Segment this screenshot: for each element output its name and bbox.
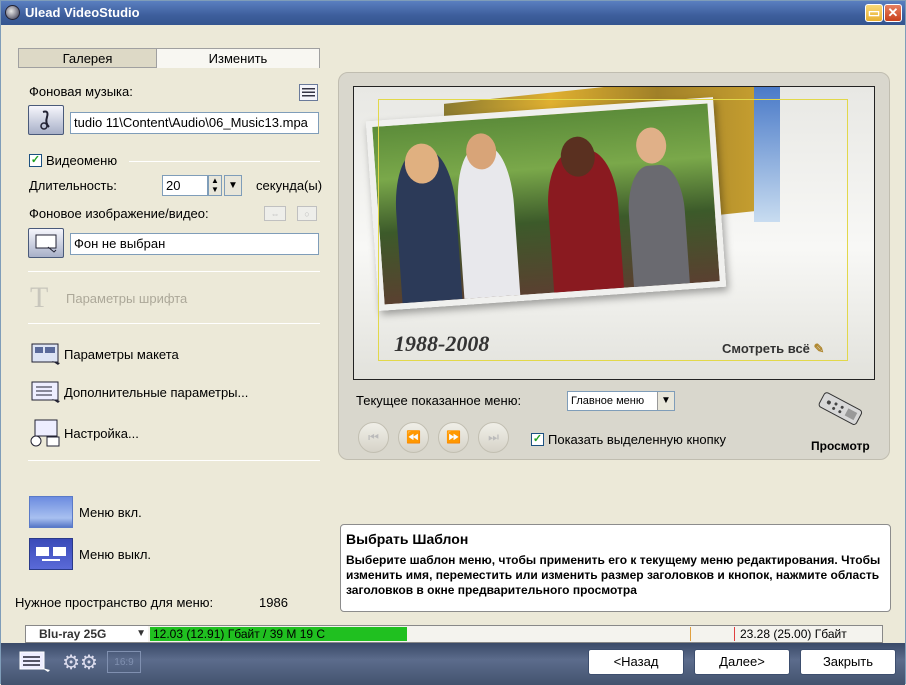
help-title: Выбрать Шаблон	[346, 531, 469, 547]
disc-type-select[interactable]: Blu-ray 25G ▼	[26, 626, 148, 642]
bg-fit-icon[interactable]: ⇔	[264, 206, 286, 221]
disc-space-bar: Blu-ray 25G ▼ 12.03 (12.91) Гбайт / 39 M…	[25, 625, 883, 643]
videomenu-checkbox[interactable]: ✓	[29, 154, 42, 167]
font-params-button[interactable]: T Параметры шрифта	[30, 281, 188, 314]
setup-button[interactable]: Настройка...	[28, 418, 139, 448]
app-icon	[5, 5, 20, 20]
bg-image-icon[interactable]	[28, 228, 64, 258]
main-window: Ulead VideoStudio ▭ ✕ Галерея Изменить Ф…	[0, 0, 906, 685]
last-page-button[interactable]: ⏭	[478, 422, 509, 453]
pencil-icon: ✎	[809, 341, 825, 356]
next-button[interactable]: Далее>	[694, 649, 790, 675]
first-page-button[interactable]: ⏮	[358, 422, 389, 453]
current-menu-value: Главное меню	[571, 395, 645, 407]
chapter-list-icon[interactable]	[17, 649, 53, 675]
divider	[28, 271, 320, 272]
duration-label: Длительность:	[29, 178, 117, 193]
help-panel: Выбрать Шаблон Выберите шаблон меню, что…	[340, 524, 891, 612]
extra-params-button[interactable]: Дополнительные параметры...	[28, 378, 248, 406]
setup-icon	[28, 418, 64, 448]
prev-page-button[interactable]: ⏪	[398, 422, 429, 453]
bg-reset-icon[interactable]: ○	[297, 206, 317, 221]
bg-music-path-field[interactable]: tudio 11\Content\Audio\06_Music13.mpa	[70, 112, 319, 134]
current-menu-label: Текущее показанное меню:	[356, 393, 522, 408]
aspect-ratio-icon[interactable]: 16:9	[107, 651, 141, 673]
music-list-icon[interactable]	[299, 84, 318, 101]
menu-on-icon	[29, 496, 73, 528]
title-bar: Ulead VideoStudio ▭ ✕	[1, 1, 905, 25]
bg-music-label: Фоновая музыка:	[29, 84, 133, 99]
bg-image-label: Фоновое изображение/видео:	[29, 206, 209, 221]
chevron-down-icon: ▼	[657, 392, 674, 410]
chevron-down-icon: ▼	[136, 628, 146, 639]
see-all-label: Смотреть всё	[722, 341, 810, 356]
duration-dropdown-icon[interactable]: ▼	[224, 175, 242, 196]
duration-field[interactable]: 20	[162, 175, 208, 196]
videomenu-label: Видеоменю	[46, 153, 118, 168]
disc-type-value: Blu-ray 25G	[39, 627, 107, 641]
see-all-button[interactable]: Смотреть всё ✎	[722, 341, 824, 357]
help-text: Выберите шаблон меню, чтобы применить ег…	[346, 553, 881, 597]
show-selected-label: Показать выделенную кнопку	[548, 432, 727, 447]
preview-button[interactable]: Просмотр	[807, 389, 871, 453]
duration-unit: секунда(ы)	[256, 178, 323, 193]
layout-params-button[interactable]: Параметры макета	[28, 340, 179, 368]
music-file-icon[interactable]	[28, 105, 64, 135]
layout-params-label: Параметры макета	[64, 346, 179, 362]
space-label: Нужное пространство для меню:	[15, 595, 214, 610]
divider	[28, 460, 320, 461]
usage-text: 12.03 (12.91) Гбайт / 39 M 19 C	[153, 627, 326, 641]
close-window-button[interactable]: ✕	[884, 4, 902, 22]
layout-icon	[28, 340, 64, 368]
extra-params-icon	[28, 378, 64, 406]
menu-on-button[interactable]: Меню вкл.	[29, 496, 142, 528]
menu-off-icon	[29, 538, 73, 570]
preview-label: Просмотр	[811, 439, 870, 453]
menu-title-text[interactable]: 1988-2008	[394, 331, 489, 357]
menu-off-button[interactable]: Меню выкл.	[29, 538, 151, 570]
preview-canvas[interactable]: 1988-2008 Смотреть всё ✎	[353, 86, 875, 380]
tab-edit[interactable]: Изменить	[156, 48, 320, 68]
menu-off-label: Меню выкл.	[79, 546, 152, 562]
close-button[interactable]: Закрыть	[800, 649, 896, 675]
setup-label: Настройка...	[64, 425, 139, 441]
back-button[interactable]: <Назад	[588, 649, 684, 675]
font-params-label: Параметры шрифта	[66, 290, 188, 306]
show-selected-checkbox[interactable]: ✓	[531, 433, 544, 446]
capacity-text: 23.28 (25.00) Гбайт	[740, 627, 847, 641]
remote-control-icon	[813, 389, 865, 429]
next-page-button[interactable]: ⏩	[438, 422, 469, 453]
safe-area-frame	[378, 99, 848, 361]
bg-image-field[interactable]: Фон не выбран	[70, 233, 319, 255]
capacity-marker	[734, 627, 735, 641]
extra-params-label: Дополнительные параметры...	[64, 384, 249, 400]
divider	[28, 323, 320, 324]
menu-on-label: Меню вкл.	[79, 504, 142, 520]
divider	[129, 161, 320, 162]
maximize-button[interactable]: ▭	[865, 4, 883, 22]
current-menu-select[interactable]: Главное меню ▼	[567, 391, 675, 411]
tab-bar: Галерея Изменить	[18, 48, 320, 68]
duration-spinner[interactable]: ▲ ▼	[208, 175, 222, 196]
window-title: Ulead VideoStudio	[25, 5, 140, 20]
tab-gallery[interactable]: Галерея	[18, 48, 156, 68]
capacity-marker	[690, 627, 691, 641]
font-icon: T	[30, 281, 49, 314]
space-value: 1986	[259, 595, 288, 610]
settings-icon[interactable]: ⚙⚙	[62, 649, 98, 675]
